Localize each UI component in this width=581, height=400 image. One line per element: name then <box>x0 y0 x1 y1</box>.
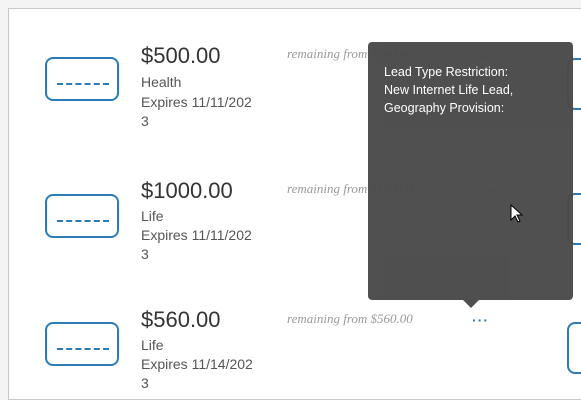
credit-expires-year: 3 <box>141 246 149 262</box>
tooltip-line-2: New Internet Life Lead, <box>384 83 514 97</box>
lead-restriction-tooltip: Lead Type Restriction: New Internet Life… <box>368 42 573 308</box>
dash-icon <box>57 348 109 352</box>
dash-icon <box>57 83 109 87</box>
mouse-cursor-icon <box>510 204 524 223</box>
credit-amount: $1000.00 <box>141 178 233 203</box>
card-icon[interactable] <box>45 194 119 238</box>
remaining-text: remaining from $560.00 <box>287 311 413 326</box>
more-options-icon[interactable]: ··· <box>472 313 489 327</box>
credit-expires: Expires 11/14/202 <box>141 356 253 372</box>
card-icon[interactable] <box>45 57 119 101</box>
credit-type: Life <box>141 337 164 353</box>
tooltip-line-3: Geography Provision: <box>384 101 505 115</box>
tooltip-arrow <box>463 300 479 308</box>
credit-type: Health <box>141 74 182 90</box>
credit-amount: $560.00 <box>141 307 221 332</box>
side-action-button[interactable] <box>567 322 581 374</box>
dash-icon <box>57 220 109 224</box>
credit-expires-year: 3 <box>141 375 149 391</box>
credit-expires: Expires 11/11/202 <box>141 227 252 243</box>
card-icon[interactable] <box>45 322 119 366</box>
credit-amount: $500.00 <box>141 43 221 68</box>
credit-type: Life <box>141 208 164 224</box>
tooltip-line-1: Lead Type Restriction: <box>384 65 509 79</box>
credit-expires: Expires 11/11/202 <box>141 94 252 110</box>
credit-expires-year: 3 <box>141 113 149 129</box>
